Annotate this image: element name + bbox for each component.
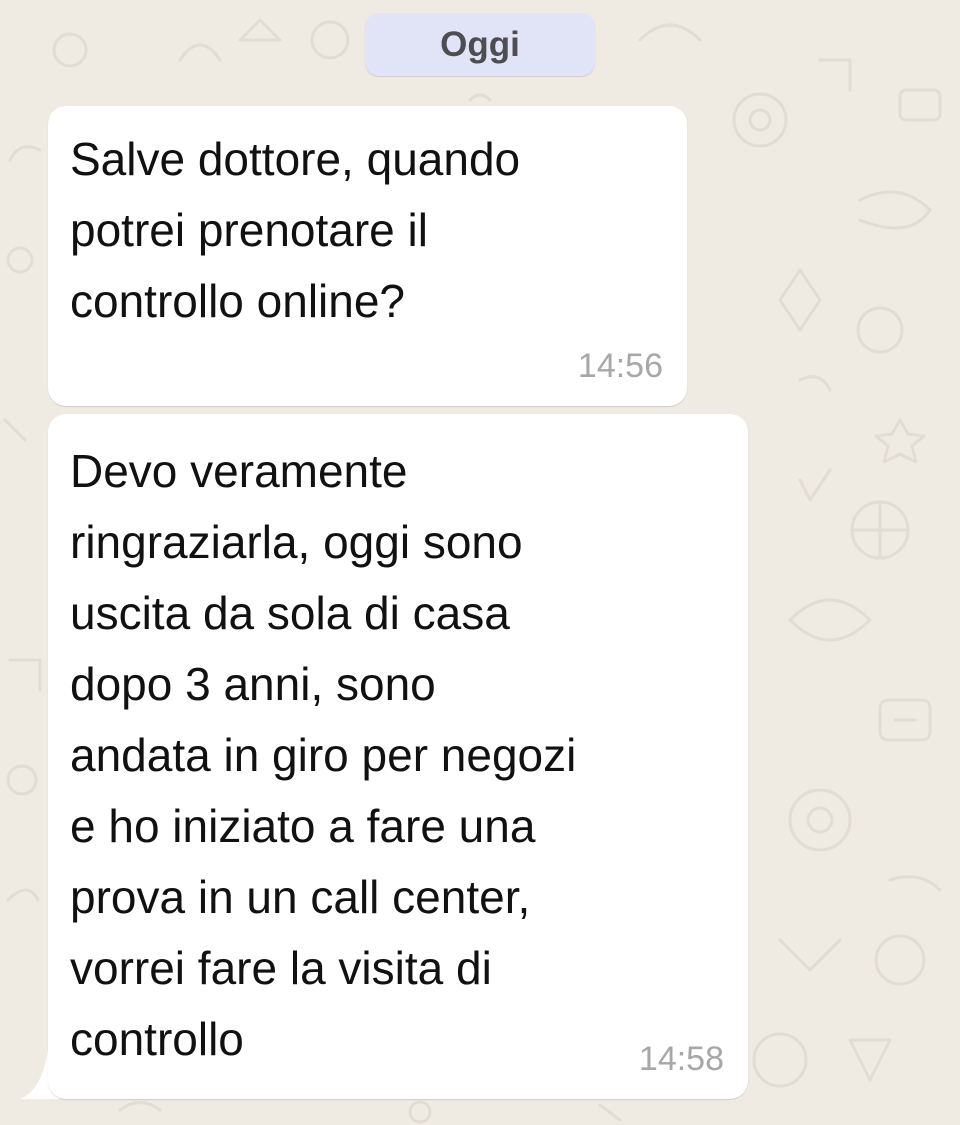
incoming-message-bubble[interactable]: Salve dottore, quando potrei prenotare i…	[48, 106, 687, 406]
message-timestamp: 14:56	[577, 347, 663, 385]
incoming-message-bubble[interactable]: Devo veramente ringraziarla, oggi sono u…	[48, 414, 748, 1099]
message-timestamp: 14:58	[638, 1040, 724, 1078]
date-separator: Oggi	[365, 13, 595, 76]
message-text: Salve dottore, quando potrei prenotare i…	[70, 133, 521, 327]
message-text: Devo veramente ringraziarla, oggi sono u…	[70, 445, 577, 1065]
